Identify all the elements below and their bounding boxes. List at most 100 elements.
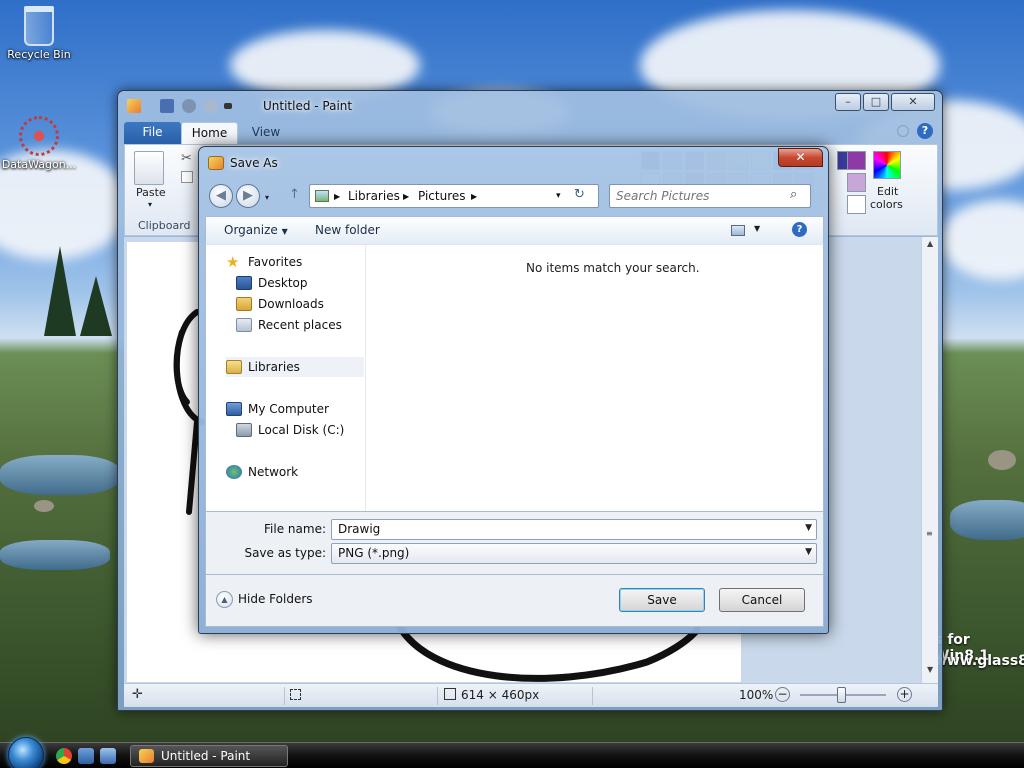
file-name-field[interactable]: Drawig ▼ xyxy=(331,519,817,540)
color-swatch[interactable] xyxy=(847,173,866,192)
show-desktop-icon[interactable] xyxy=(78,748,94,764)
close-button[interactable]: ✕ xyxy=(891,93,935,111)
nav-computer-label: My Computer xyxy=(248,402,329,416)
search-input[interactable] xyxy=(616,188,786,204)
nav-network[interactable]: Network xyxy=(226,462,298,482)
change-view-icon[interactable] xyxy=(731,225,745,236)
image-size-icon xyxy=(444,688,456,700)
nav-network-label: Network xyxy=(248,465,299,479)
clipboard-group-label: Clipboard xyxy=(138,219,191,232)
minimize-ribbon-icon[interactable] xyxy=(897,125,909,137)
ribbon-tabs: File Home View ? xyxy=(124,122,938,144)
refresh-icon[interactable]: ↻ xyxy=(574,187,585,202)
save-button[interactable]: Save xyxy=(619,588,705,612)
scroll-down-icon[interactable]: ▼ xyxy=(927,665,933,674)
forward-button[interactable]: ▶ xyxy=(236,184,260,208)
organize-button[interactable]: Organize ▼ xyxy=(224,223,288,237)
dialog-toolbar: Organize ▼ New folder ▼ ? xyxy=(205,216,824,244)
paste-icon[interactable] xyxy=(134,151,164,185)
vertical-scrollbar[interactable]: ▲ ≡ ▼ xyxy=(921,237,938,683)
edit-colors-label-line1[interactable]: Edit xyxy=(877,185,898,198)
nav-favorites[interactable]: ★ Favorites xyxy=(226,252,302,272)
collapse-icon: ▲ xyxy=(216,591,233,608)
start-button[interactable] xyxy=(8,737,44,768)
address-bar[interactable]: ▶ Libraries ▶ Pictures ▶ ▾ ↻ xyxy=(309,184,599,208)
recent-places-icon xyxy=(236,318,252,332)
selection-size-icon xyxy=(290,689,301,700)
nav-desktop[interactable]: Desktop xyxy=(236,273,308,293)
search-box[interactable]: ⌕ xyxy=(609,184,811,208)
downloads-folder-icon xyxy=(236,297,252,311)
recycle-bin-icon xyxy=(24,6,54,46)
computer-icon xyxy=(226,402,242,416)
empty-results-message: No items match your search. xyxy=(526,261,700,275)
switch-windows-icon[interactable] xyxy=(100,748,116,764)
dialog-help-icon[interactable]: ? xyxy=(792,222,807,237)
new-folder-button[interactable]: New folder xyxy=(315,223,380,237)
nav-downloads-label: Downloads xyxy=(258,297,324,311)
nav-downloads[interactable]: Downloads xyxy=(236,294,324,314)
search-icon[interactable]: ⌕ xyxy=(790,187,797,202)
up-arrow-icon[interactable]: ↑ xyxy=(289,187,300,202)
customize-quick-access-icon[interactable] xyxy=(224,103,232,109)
tab-file[interactable]: File xyxy=(124,122,181,144)
file-name-dropdown-icon[interactable]: ▼ xyxy=(805,523,812,533)
desktop-icon-recycle-bin[interactable]: Recycle Bin xyxy=(1,6,77,61)
maximize-button[interactable]: □ xyxy=(863,93,889,111)
zoom-out-button[interactable]: − xyxy=(775,687,790,702)
nav-recent-label: Recent places xyxy=(258,318,342,332)
undo-icon[interactable] xyxy=(182,99,196,113)
save-as-type-label: Save as type: xyxy=(244,546,326,560)
color-swatch[interactable] xyxy=(847,195,866,214)
paste-dropdown-icon[interactable]: ▾ xyxy=(148,200,152,209)
recent-pages-icon[interactable]: ▾ xyxy=(265,193,269,202)
help-icon[interactable]: ? xyxy=(917,123,933,139)
minimize-button[interactable]: – xyxy=(835,93,861,111)
edit-colors-label-line2[interactable]: colors xyxy=(870,198,903,211)
cancel-button[interactable]: Cancel xyxy=(719,588,805,612)
save-as-type-dropdown-icon[interactable]: ▼ xyxy=(805,547,812,557)
breadcrumb-libraries[interactable]: Libraries xyxy=(348,189,400,203)
redo-icon[interactable] xyxy=(204,99,218,113)
zoom-slider-thumb[interactable] xyxy=(837,687,846,703)
star-icon: ★ xyxy=(226,253,240,271)
local-disk-icon xyxy=(236,423,252,437)
desktop-icon-label: Recycle Bin xyxy=(7,48,71,61)
color-swatch[interactable] xyxy=(847,151,866,170)
nav-my-computer[interactable]: My Computer xyxy=(226,399,329,419)
cut-icon[interactable]: ✂ xyxy=(181,151,192,166)
tab-home[interactable]: Home xyxy=(181,122,238,144)
zoom-in-button[interactable]: + xyxy=(897,687,912,702)
breadcrumb-pictures[interactable]: Pictures xyxy=(418,189,466,203)
breadcrumb-separator-icon[interactable]: ▶ xyxy=(334,192,340,201)
scroll-up-icon[interactable]: ▲ xyxy=(927,239,933,248)
nav-local-disk[interactable]: Local Disk (C:) xyxy=(236,420,344,440)
datawagon-icon xyxy=(19,116,59,156)
save-as-type-select[interactable]: PNG (*.png) ▼ xyxy=(331,543,817,564)
breadcrumb-separator-icon[interactable]: ▶ xyxy=(403,192,409,201)
chrome-icon[interactable] xyxy=(56,748,72,764)
taskbar: Untitled - Paint xyxy=(0,737,1024,768)
breadcrumb-separator-icon[interactable]: ▶ xyxy=(471,192,477,201)
copy-icon[interactable] xyxy=(181,171,193,183)
paint-titlebar[interactable]: Untitled - Paint – □ ✕ xyxy=(118,91,942,121)
quick-save-icon[interactable] xyxy=(160,99,174,113)
back-button[interactable]: ◀ xyxy=(209,184,233,208)
file-name-value: Drawig xyxy=(338,522,381,536)
dialog-close-button[interactable]: ✕ xyxy=(778,148,823,167)
hide-folders-button[interactable]: ▲ Hide Folders xyxy=(216,591,313,608)
paint-app-icon[interactable] xyxy=(127,99,141,113)
taskbar-paint-label: Untitled - Paint xyxy=(161,749,251,763)
address-dropdown-icon[interactable]: ▾ xyxy=(556,191,561,201)
view-options-dropdown-icon[interactable]: ▼ xyxy=(754,224,760,233)
desktop-icon-datawagon[interactable]: DataWagon... xyxy=(1,116,77,171)
image-size-value: 614 × 460px xyxy=(461,688,540,702)
cursor-position-icon: ✛ xyxy=(132,687,143,702)
edit-colors-icon[interactable] xyxy=(873,151,901,179)
nav-recent-places[interactable]: Recent places xyxy=(236,315,342,335)
taskbar-paint-button[interactable]: Untitled - Paint xyxy=(130,745,288,767)
nav-libraries[interactable]: Libraries xyxy=(226,357,364,377)
tab-view[interactable]: View xyxy=(244,122,288,144)
paste-label[interactable]: Paste xyxy=(136,186,166,199)
scroll-grip-icon[interactable]: ≡ xyxy=(926,529,933,538)
